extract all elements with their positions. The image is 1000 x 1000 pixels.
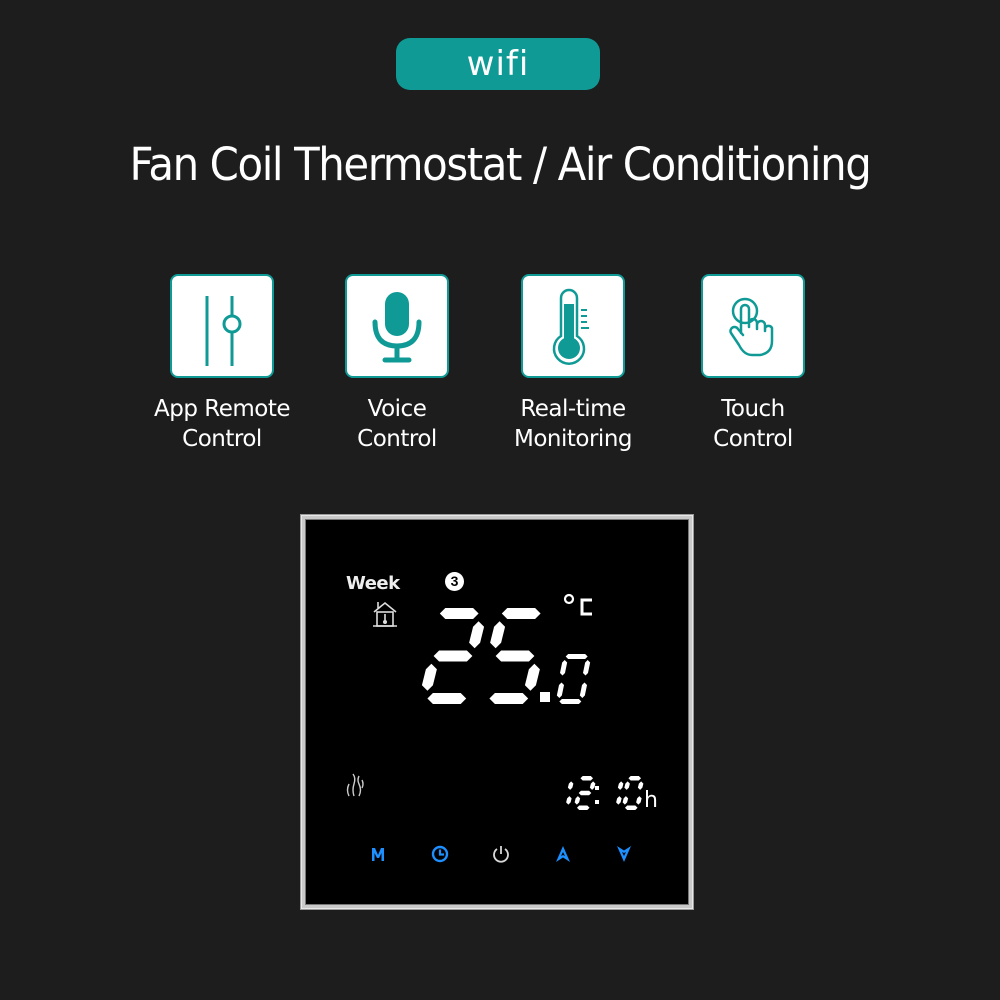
clock-button[interactable] bbox=[428, 842, 452, 866]
segment-a bbox=[501, 608, 541, 619]
up-button[interactable] bbox=[551, 842, 575, 866]
feature-icon-box bbox=[345, 274, 449, 378]
feature-icon-box bbox=[701, 274, 805, 378]
segment-d bbox=[576, 805, 590, 810]
arrow-down-icon bbox=[617, 846, 631, 862]
home-temperature-icon bbox=[373, 601, 397, 627]
arrow-up-icon bbox=[556, 846, 570, 862]
clock-colon-dot bbox=[595, 786, 599, 790]
clock-unit: h bbox=[644, 788, 658, 813]
segment-c bbox=[579, 682, 588, 698]
segment-d bbox=[427, 693, 467, 704]
segment-a bbox=[628, 776, 642, 781]
m-mode-icon bbox=[372, 848, 384, 861]
feature-real-time-monitoring: Real-time Monitoring bbox=[483, 274, 663, 454]
segment-f bbox=[624, 781, 630, 790]
segment-e bbox=[556, 682, 565, 698]
feature-app-remote-control: App Remote Control bbox=[132, 274, 312, 454]
power-icon bbox=[493, 846, 509, 863]
thermostat-device: Week 3 °C 25 0 bbox=[300, 514, 694, 910]
feature-icon-box bbox=[521, 274, 625, 378]
segment-b bbox=[637, 781, 644, 790]
segment-e bbox=[622, 796, 629, 805]
segment-b bbox=[589, 781, 596, 790]
segment-e bbox=[421, 663, 437, 691]
segment-g bbox=[495, 650, 535, 662]
feature-touch-control: Touch Control bbox=[663, 274, 843, 454]
segment-c bbox=[636, 796, 642, 805]
segment-e bbox=[574, 796, 581, 805]
feature-voice-control: Voice Control bbox=[307, 274, 487, 454]
feature-label: Voice Control bbox=[357, 396, 437, 452]
segment-b bbox=[469, 621, 485, 649]
segment-a bbox=[580, 776, 594, 781]
mode-button[interactable] bbox=[366, 842, 390, 866]
program-number-badge: 3 bbox=[445, 572, 464, 591]
clock-colon-dot bbox=[595, 800, 599, 804]
segment-b bbox=[567, 781, 574, 790]
segment-f bbox=[490, 621, 506, 649]
segment-d bbox=[624, 805, 638, 810]
clock-display bbox=[566, 776, 644, 810]
device-bezel: Week 3 °C 25 0 bbox=[302, 516, 692, 908]
segment-b bbox=[582, 660, 591, 676]
page-title: Fan Coil Thermostat / Air Conditioning bbox=[129, 138, 872, 191]
down-button[interactable] bbox=[612, 842, 636, 866]
thermometer-icon bbox=[552, 288, 589, 365]
segment-b bbox=[617, 781, 624, 790]
heating-flame-icon bbox=[346, 773, 364, 797]
sliders-icon bbox=[205, 296, 242, 366]
segment-c bbox=[524, 663, 540, 691]
touch-hand-icon bbox=[729, 297, 774, 357]
feature-icon-box bbox=[170, 274, 274, 378]
segment-g bbox=[578, 790, 592, 796]
segment-g bbox=[433, 650, 473, 662]
segment-c bbox=[616, 796, 622, 805]
segment-a bbox=[439, 608, 479, 619]
clock-icon bbox=[431, 845, 449, 863]
decimal-point bbox=[540, 692, 550, 702]
segment-a bbox=[565, 654, 588, 659]
celsius-unit-icon bbox=[563, 593, 592, 616]
thermostat-screen: Week 3 °C 25 0 bbox=[305, 519, 689, 905]
feature-label: Touch Control bbox=[713, 396, 793, 452]
microphone-icon bbox=[372, 292, 422, 363]
segment-d bbox=[489, 693, 529, 704]
feature-label: Real-time Monitoring bbox=[514, 396, 633, 452]
power-button[interactable] bbox=[489, 842, 513, 866]
segment-d bbox=[559, 699, 582, 704]
feature-label: App Remote Control bbox=[154, 396, 291, 452]
segment-c bbox=[566, 796, 572, 805]
segment-f bbox=[559, 660, 568, 676]
wifi-badge: wifi bbox=[396, 38, 600, 90]
week-label: Week bbox=[346, 573, 400, 594]
